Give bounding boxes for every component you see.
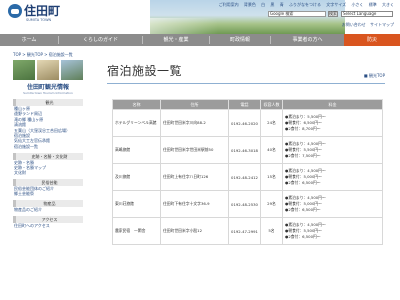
accessibility-links: ご利用案内 背景色 白 黒 青 ふりがなをつける 文字サイズ 小さく 標準 大き…	[215, 2, 394, 8]
facility-name: 高嶋旅館	[112, 136, 161, 164]
table-row: 農家民宿 一閑舎 住田町世田米字小股12 0192-47-2991 5名 ●素泊…	[112, 217, 383, 245]
price-two-meals: ●2食付：6,500円～	[285, 233, 321, 239]
column-header-phone: 電話	[228, 99, 261, 110]
site-name[interactable]: 住田町	[24, 2, 60, 19]
facility-prices: ●素泊まり：4,500円～ ●朝食付：5,000円～ ●2食付：6,500円～	[282, 163, 383, 191]
nav-living-guide[interactable]: くらしのガイド	[59, 34, 142, 46]
facility-address: 住田町世田米字小股12	[160, 217, 229, 245]
facility-prices: ●素泊まり：4,500円～ ●朝食付：5,500円～ ●2食付：7,500円～	[282, 136, 383, 164]
sidebar-title: 住田町観光情報	[26, 84, 69, 91]
facility-name: 農家民宿 一閑舎	[112, 217, 161, 245]
back-to-tourism-top-link[interactable]: ■ 観光TOP	[364, 73, 385, 79]
facility-capacity: 24名	[260, 109, 283, 137]
facility-phone: 0192-47-2991	[228, 217, 261, 245]
accommodation-table: 名称 住所 電話 収容人数 料金 ホテルグリーンベル高館 住田町世田米字川向88…	[112, 99, 383, 245]
global-nav: ホーム くらしのガイド 観光・産業 町政情報 事業者の方へ 防災	[0, 34, 400, 46]
sidebar-link[interactable]: 住田町へのアクセス	[13, 223, 83, 228]
tourism-photo	[37, 60, 59, 80]
bg-blue-button[interactable]: 青	[280, 2, 284, 7]
sidebar-link[interactable]: 物産品のご紹介	[13, 207, 83, 212]
table-row: 東川荘旅館 住田町下有住字十文字36-9 0192-48-2530 29名 ●素…	[112, 190, 383, 218]
furigana-button[interactable]: ふりがなをつける	[289, 2, 321, 7]
sidebar-link[interactable]: 文化財	[13, 170, 83, 175]
price-two-meals: ●2食付：6,500円～	[285, 206, 321, 212]
header-sub-links: お問い合わせ サイトマップ	[339, 22, 394, 28]
font-size-label: 文字サイズ	[326, 2, 347, 7]
title-divider	[107, 83, 385, 84]
sidebar-link[interactable]: 郷土芸能祭	[13, 191, 83, 196]
nav-business[interactable]: 事業者の方へ	[271, 34, 344, 46]
facility-phone: 0192-46-3018	[228, 136, 261, 164]
sidebar-photos	[13, 60, 83, 80]
facility-phone: 0192-48-2412	[228, 163, 261, 191]
town-logo-icon[interactable]	[8, 4, 22, 18]
nav-home[interactable]: ホーム	[0, 34, 58, 46]
breadcrumb[interactable]: TOP > 観光TOP > 宿泊施設一覧	[13, 52, 73, 58]
facility-capacity: 15名	[260, 163, 283, 191]
font-normal-button[interactable]: 標準	[369, 2, 377, 7]
facility-address: 住田町上有住字八日町126	[160, 163, 229, 191]
search-input[interactable]: Google 検索	[268, 11, 326, 17]
table-row: ホテルグリーンベル高館 住田町世田米字川向88-2 0192-46-2020 2…	[112, 109, 383, 137]
facility-address: 住田町世田米字川向88-2	[160, 109, 229, 137]
site-subtitle: SUMITA TOWN	[26, 18, 52, 22]
nav-tourism-industry[interactable]: 観光・産業	[143, 34, 209, 46]
font-large-button[interactable]: 大きく	[382, 2, 394, 7]
facility-prices: ●素泊まり：5,500円～ ●朝食付：6,500円～ ●2食付：8,700円～	[282, 109, 383, 137]
facility-capacity: 29名	[260, 190, 283, 218]
nav-town-info[interactable]: 町政情報	[210, 34, 270, 46]
bg-black-button[interactable]: 黒	[270, 2, 274, 7]
price-two-meals: ●2食付：7,500円～	[285, 152, 321, 158]
sidebar: 住田町観光情報 Sumita town Tourism Information …	[13, 60, 83, 228]
column-header-address: 住所	[160, 99, 229, 110]
contact-link[interactable]: お問い合わせ	[342, 22, 366, 27]
tourism-photo	[61, 60, 83, 80]
price-two-meals: ●2食付：8,700円～	[285, 125, 321, 131]
sidebar-title-en: Sumita town Tourism Information	[23, 91, 73, 95]
sitemap-link[interactable]: サイトマップ	[370, 22, 394, 27]
facility-name: 及川旅館	[112, 163, 161, 191]
facility-address: 住田町下有住字十文字36-9	[160, 190, 229, 218]
facility-capacity: 40名	[260, 136, 283, 164]
page-title: 宿泊施設一覧	[107, 64, 183, 78]
back-to-top-label[interactable]: 観光TOP	[369, 73, 385, 78]
table-header-row: 名称 住所 電話 収容人数 料金	[112, 99, 383, 110]
column-header-name: 名称	[112, 99, 161, 110]
facility-prices: ●素泊まり：4,500円～ ●朝食付：5,000円～ ●2食付：6,500円～	[282, 190, 383, 218]
bg-color-label: 背景色	[243, 2, 256, 7]
usage-guide-link[interactable]: ご利用案内	[219, 2, 239, 7]
search-button[interactable]: 検索	[328, 11, 338, 17]
facility-capacity: 5名	[260, 217, 283, 245]
facility-name: ホテルグリーンベル高館	[112, 109, 161, 137]
language-select[interactable]: Select Language	[341, 11, 393, 17]
nav-disaster-prevention[interactable]: 防災	[344, 34, 400, 46]
tourism-photo	[13, 60, 35, 80]
table-row: 高嶋旅館 住田町世田米字世田米駅前50 0192-46-3018 40名 ●素泊…	[112, 136, 383, 164]
column-header-price: 料金	[282, 99, 383, 110]
facility-name: 東川荘旅館	[112, 190, 161, 218]
font-small-button[interactable]: 小さく	[351, 2, 363, 7]
facility-phone: 0192-46-2020	[228, 109, 261, 137]
main-content: 宿泊施設一覧 ■ 観光TOP 名称 住所 電話 収容人数 料金 ホテルグリーンベ…	[107, 62, 385, 245]
facility-address: 住田町世田米字世田米駅前50	[160, 136, 229, 164]
facility-phone: 0192-48-2530	[228, 190, 261, 218]
column-header-capacity: 収容人数	[260, 99, 283, 110]
table-row: 及川旅館 住田町上有住字八日町126 0192-48-2412 15名 ●素泊ま…	[112, 163, 383, 191]
price-two-meals: ●2食付：6,500円～	[285, 179, 321, 185]
sidebar-heading-tourism: 観光	[13, 99, 83, 106]
site-header: 住田町 SUMITA TOWN ご利用案内 背景色 白 黒 青 ふりがなをつける…	[0, 0, 400, 34]
bg-white-button[interactable]: 白	[261, 2, 265, 7]
facility-prices: ●素泊まり：4,500円～ ●朝食付：5,500円～ ●2食付：6,500円～	[282, 217, 383, 245]
sidebar-link[interactable]: 宿泊施設一覧	[13, 144, 83, 149]
